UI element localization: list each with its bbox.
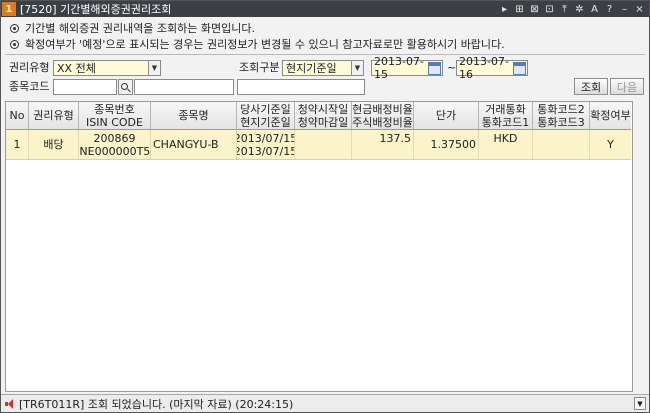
header-right-type[interactable]: 권리유형 [29, 102, 79, 129]
play-icon[interactable]: ▸ [499, 4, 510, 15]
close-icon[interactable]: × [634, 4, 645, 15]
header-subscription[interactable]: 청약시작일 청약마감일 [295, 102, 352, 129]
rights-table[interactable]: No 권리유형 종목번호 ISIN CODE 종목명 당사기준일 현지기준일 청약시… [5, 101, 633, 392]
speaker-icon [5, 398, 15, 409]
stock-search-button[interactable] [118, 79, 133, 95]
header-no[interactable]: No [6, 102, 29, 129]
right-strip [633, 101, 646, 392]
header-base-date[interactable]: 당사기준일 현지기준일 [237, 102, 295, 129]
date-from-input[interactable]: 2013-07-15 [371, 55, 443, 81]
bullet-icon [10, 39, 19, 49]
table-header: No 권리유형 종목번호 ISIN CODE 종목명 당사기준일 현지기준일 청약시… [6, 102, 631, 130]
cell-base-date: 2013/07/15 2013/07/15 [237, 130, 295, 159]
search-icon [121, 82, 128, 90]
header-stock-no[interactable]: 종목번호 ISIN CODE [79, 102, 151, 129]
query-type-value: 현지기준일 [286, 62, 337, 75]
cell-stock-name: CHANGYU-B [151, 130, 237, 159]
cell-currency: HKD [479, 130, 533, 159]
status-bar: [TR6T011R] 조회 되었습니다. (마지막 자료) (20:24:15)… [1, 394, 649, 412]
query-button[interactable]: 조회 [574, 78, 608, 95]
cell-price: 1.37500 [414, 130, 479, 159]
cell-currency-codes [533, 130, 590, 159]
stock-code-label: 종목코드 [9, 80, 50, 93]
status-message: [TR6T011R] 조회 되었습니다. (마지막 자료) (20:24:15) [19, 397, 294, 411]
right-type-value: XX 전체 [57, 62, 96, 75]
notice-text-2: 확정여부가 '예정'으로 표시되는 경우는 권리정보가 변경될 수 있으니 참고… [25, 38, 505, 51]
notice-text-1: 기간별 해외증권 권리내역을 조회하는 화면입니다. [25, 22, 256, 35]
header-confirmed[interactable]: 확정여부 [590, 102, 631, 129]
cell-confirmed: Y [607, 138, 614, 151]
stock-code-input[interactable] [53, 79, 117, 95]
stock-name-field [134, 79, 234, 95]
notice-box: 기간별 해외증권 권리내역을 조회하는 화면입니다. 확정여부가 '예정'으로 … [10, 20, 642, 52]
font-size-icon[interactable]: A [589, 4, 600, 15]
query-type-label: 조회구분 [239, 61, 280, 74]
app-badge: 1 [2, 2, 16, 16]
calendar-icon[interactable] [513, 61, 526, 75]
notice-line: 기간별 해외증권 권리내역을 조회하는 화면입니다. [10, 20, 642, 36]
cell-stock-no: 200869CNE000000T59 [79, 130, 151, 159]
window-title: [7520] 기간별해외증권권리조회 [20, 3, 172, 16]
right-type-select[interactable]: XX 전체 ▼ [53, 60, 161, 76]
header-price[interactable]: 단가 [414, 102, 479, 129]
cell-right-type: 배당 [29, 130, 79, 159]
print-icon[interactable]: ⊡ [544, 4, 555, 15]
extra-field [237, 79, 365, 95]
notice-line: 확정여부가 '예정'으로 표시되는 경우는 권리정보가 변경될 수 있으니 참고… [10, 36, 642, 52]
chevron-down-icon[interactable]: ▼ [351, 61, 363, 75]
app-window: 1 [7520] 기간별해외증권권리조회 ▸ ⊞ ⊠ ⊡ ⤒ ✲ A ? – ×… [0, 0, 650, 413]
date-separator: ~ [447, 61, 457, 74]
screen-icon[interactable]: ⊠ [529, 4, 540, 15]
query-type-select[interactable]: 현지기준일 ▼ [282, 60, 364, 76]
header-currency-codes[interactable]: 통화코드2 통화코드3 [533, 102, 590, 129]
pin-icon[interactable]: ⤒ [559, 4, 570, 15]
next-button[interactable]: 다음 [610, 78, 644, 95]
status-history-dropdown[interactable]: ▼ [634, 397, 646, 410]
date-to-input[interactable]: 2013-07-16 [456, 55, 528, 81]
cell-subscription [295, 130, 352, 159]
settings-icon[interactable]: ✲ [574, 4, 585, 15]
link-icon[interactable]: ⊞ [514, 4, 525, 15]
title-controls: ▸ ⊞ ⊠ ⊡ ⤒ ✲ A ? – × [499, 4, 645, 15]
title-bar: 1 [7520] 기간별해외증권권리조회 ▸ ⊞ ⊠ ⊡ ⤒ ✲ A ? – × [1, 1, 649, 17]
table-row[interactable]: 1 배당 200869CNE000000T59 CHANGYU-B 2013/0… [6, 130, 631, 160]
header-stock-name[interactable]: 종목명 [151, 102, 237, 129]
help-icon[interactable]: ? [604, 4, 615, 15]
header-currency[interactable]: 거래통화 통화코드1 [479, 102, 533, 129]
cell-ratio: 137.5 [352, 130, 414, 159]
cell-no: 1 [6, 130, 29, 159]
date-to-value: 2013-07-16 [459, 55, 509, 81]
divider [5, 54, 645, 55]
chevron-down-icon[interactable]: ▼ [148, 61, 160, 75]
header-ratio[interactable]: 현금배정비율 주식배정비율 [352, 102, 414, 129]
minimize-icon[interactable]: – [619, 4, 630, 15]
calendar-icon[interactable] [428, 61, 441, 75]
date-from-value: 2013-07-15 [374, 55, 424, 81]
bullet-icon [10, 23, 19, 33]
right-type-label: 권리유형 [9, 61, 50, 74]
